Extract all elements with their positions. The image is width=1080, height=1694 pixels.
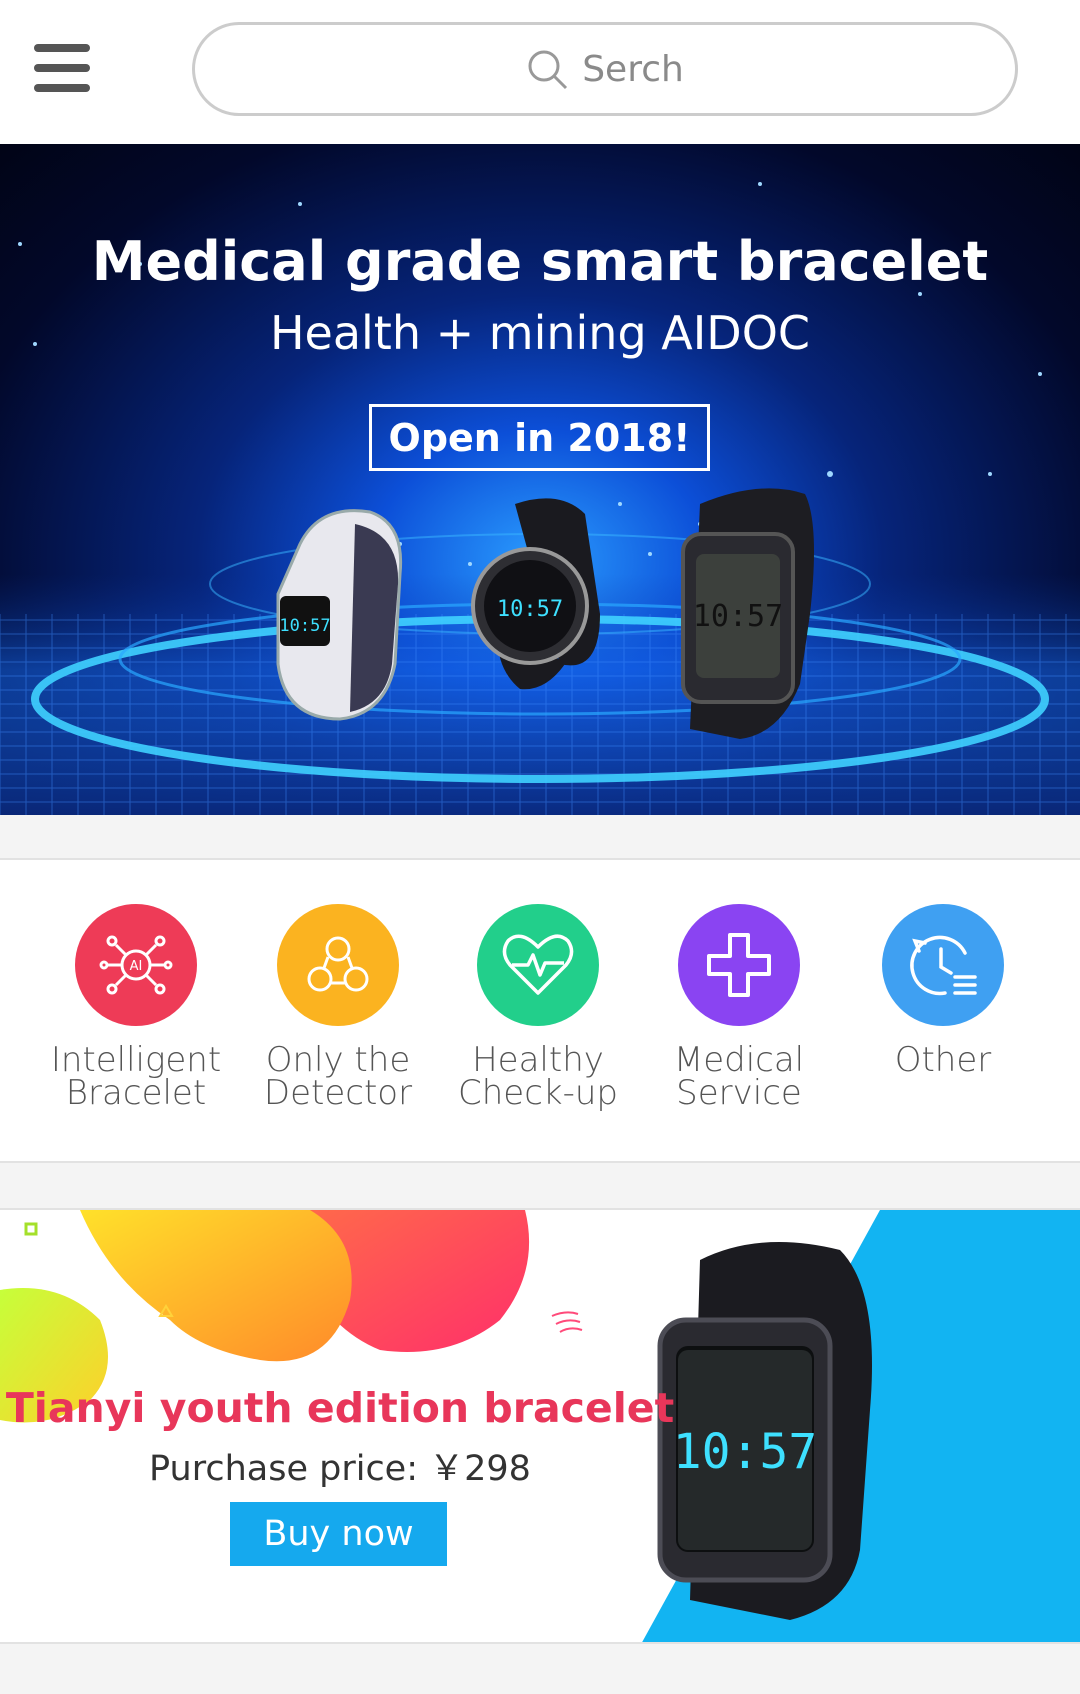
category-intelligent-bracelet[interactable]: AI Intelligent Bracelet <box>36 904 236 1110</box>
svg-text:AI: AI <box>130 959 143 974</box>
promo-banner[interactable]: 10:57 Tianyi youth edition bracelet Purc… <box>0 1208 1080 1644</box>
category-medical-service[interactable]: Medical Service <box>639 904 839 1110</box>
category-label: Other <box>894 1040 992 1080</box>
hero-subtitle: Health + mining AIDOC <box>269 306 811 360</box>
three-circles-icon <box>277 904 399 1026</box>
square-watch-time: 10:57 <box>693 599 783 634</box>
top-bar: Serch <box>0 0 1080 144</box>
hero-cta-button[interactable]: Open in 2018! <box>369 404 710 471</box>
promo-price: Purchase price: ￥298 <box>149 1449 531 1489</box>
hamburger-menu-icon[interactable] <box>30 40 96 96</box>
category-label: Bracelet <box>65 1073 207 1113</box>
search-placeholder: Serch <box>582 48 684 90</box>
medical-cross-icon <box>678 904 800 1026</box>
search-input[interactable]: Serch <box>192 22 1018 116</box>
category-only-the-detector[interactable]: Only the Detector <box>238 904 438 1110</box>
ai-network-icon: AI <box>75 904 197 1026</box>
clock-list-icon <box>882 904 1004 1026</box>
heart-pulse-icon <box>477 904 599 1026</box>
youth-bracelet-time: 10:57 <box>673 1424 818 1480</box>
hero-banner[interactable]: 10:57 10:57 10:57 Medical grade smart br… <box>0 144 1080 815</box>
category-other[interactable]: Other <box>843 904 1043 1077</box>
round-watch-time: 10:57 <box>497 597 563 622</box>
buy-now-button[interactable]: Buy now <box>230 1502 447 1566</box>
white-bracelet-time: 10:57 <box>279 616 330 636</box>
category-label: Service <box>676 1073 802 1113</box>
category-label: Check-up <box>458 1073 618 1113</box>
category-row: AI Intelligent Bracelet Only the Detector … <box>0 858 1080 1163</box>
white-bracelet-image: 10:57 <box>276 509 403 721</box>
hero-title: Medical grade smart bracelet <box>91 230 989 293</box>
youth-bracelet-image: 10:57 <box>657 1242 872 1620</box>
category-label: Detector <box>263 1073 413 1113</box>
search-icon <box>528 50 568 90</box>
promo-title: Tianyi youth edition bracelet <box>5 1384 675 1432</box>
category-healthy-check-up[interactable]: Healthy Check-up <box>438 904 638 1110</box>
